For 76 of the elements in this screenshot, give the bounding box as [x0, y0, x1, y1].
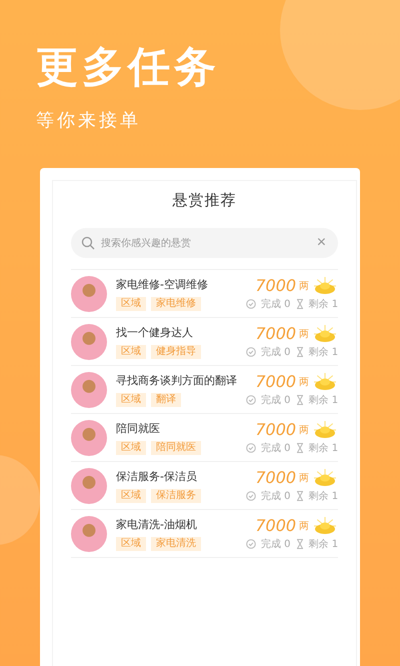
- reward-unit: 两: [299, 472, 310, 485]
- completed-count: 完成 0: [261, 298, 291, 312]
- task-tag: 陪同就医: [151, 440, 201, 455]
- task-tag: 区域: [116, 440, 146, 455]
- avatar-photo-placeholder: [71, 468, 107, 504]
- task-tag: 保洁服务: [151, 488, 201, 503]
- check-circle-icon: [246, 539, 256, 550]
- hourglass-icon: [296, 539, 304, 550]
- ingot-icon: [312, 276, 338, 295]
- completed-count: 完成 0: [261, 538, 291, 552]
- task-row[interactable]: 找一个健身达人 区域 健身指导 7000 两 完成 0 剩余 1: [71, 317, 338, 366]
- remaining-count: 剩余 1: [308, 346, 338, 360]
- reward-amount: 7000: [255, 372, 296, 392]
- task-tag: 翻译: [151, 392, 181, 407]
- reward-amount: 7000: [255, 420, 296, 440]
- completed-count: 完成 0: [261, 346, 291, 360]
- avatar-photo-placeholder: [71, 276, 107, 312]
- task-tag: 区域: [116, 536, 146, 551]
- ingot-icon: [312, 420, 338, 439]
- task-title: 保洁服务-保洁员: [116, 468, 198, 484]
- remaining-count: 剩余 1: [308, 490, 338, 504]
- completed-count: 完成 0: [261, 394, 291, 408]
- avatar-photo-placeholder: [71, 324, 107, 360]
- completed-count: 完成 0: [261, 490, 291, 504]
- hourglass-icon: [296, 347, 304, 358]
- check-circle-icon: [246, 299, 256, 310]
- check-circle-icon: [246, 491, 256, 502]
- reward-amount: 7000: [255, 468, 296, 488]
- avatar-photo-placeholder: [71, 516, 107, 552]
- reward-amount: 7000: [255, 324, 296, 344]
- reward-unit: 两: [299, 280, 310, 293]
- task-tag: 区域: [116, 392, 146, 407]
- reward-unit: 两: [299, 424, 310, 437]
- ingot-icon: [312, 372, 338, 391]
- avatar-photo-placeholder: [71, 420, 107, 456]
- task-title: 找一个健身达人: [116, 324, 194, 340]
- task-tag: 家电清洗: [151, 536, 201, 551]
- reward-amount: 7000: [255, 276, 296, 296]
- task-title: 家电维修-空调维修: [116, 276, 209, 292]
- hourglass-icon: [296, 491, 304, 502]
- hourglass-icon: [296, 395, 304, 406]
- hero-subtitle: 等你来接单: [36, 109, 142, 132]
- avatar-photo-placeholder: [71, 372, 107, 408]
- remaining-count: 剩余 1: [308, 298, 338, 312]
- task-title: 陪同就医: [116, 420, 161, 436]
- panel-title: 悬赏推荐: [172, 190, 238, 212]
- task-tag: 区域: [116, 296, 146, 311]
- task-row[interactable]: 家电清洗-油烟机 区域 家电清洗 7000 两 完成 0 剩余 1: [71, 509, 338, 558]
- hourglass-icon: [296, 443, 304, 454]
- task-tag: 区域: [116, 344, 146, 359]
- reward-unit: 两: [299, 520, 310, 533]
- ingot-icon: [312, 468, 338, 487]
- ingot-icon: [312, 516, 338, 535]
- remaining-count: 剩余 1: [308, 442, 338, 456]
- task-row[interactable]: 陪同就医 区域 陪同就医 7000 两 完成 0 剩余 1: [71, 413, 338, 462]
- task-title: 寻找商务谈判方面的翻译: [116, 372, 237, 388]
- ingot-icon: [312, 324, 338, 343]
- reward-unit: 两: [299, 376, 310, 389]
- remaining-count: 剩余 1: [308, 394, 338, 408]
- check-circle-icon: [246, 347, 256, 358]
- check-circle-icon: [246, 443, 256, 454]
- task-row[interactable]: 保洁服务-保洁员 区域 保洁服务 7000 两 完成 0 剩余 1: [71, 461, 338, 510]
- task-title: 家电清洗-油烟机: [116, 516, 198, 532]
- reward-unit: 两: [299, 328, 310, 341]
- reward-amount: 7000: [255, 516, 296, 536]
- task-tag: 区域: [116, 488, 146, 503]
- search-icon: [81, 236, 95, 250]
- task-row[interactable]: 家电维修-空调维修 区域 家电维修 7000 两 完成 0 剩余 1: [71, 269, 338, 318]
- check-circle-icon: [246, 395, 256, 406]
- hourglass-icon: [296, 299, 304, 310]
- task-row[interactable]: 寻找商务谈判方面的翻译 区域 翻译 7000 两 完成 0 剩余 1: [71, 365, 338, 414]
- hero-title: 更多任务: [36, 44, 221, 90]
- task-tag: 家电维修: [151, 296, 201, 311]
- completed-count: 完成 0: [261, 442, 291, 456]
- task-tag: 健身指导: [151, 344, 201, 359]
- remaining-count: 剩余 1: [308, 538, 338, 552]
